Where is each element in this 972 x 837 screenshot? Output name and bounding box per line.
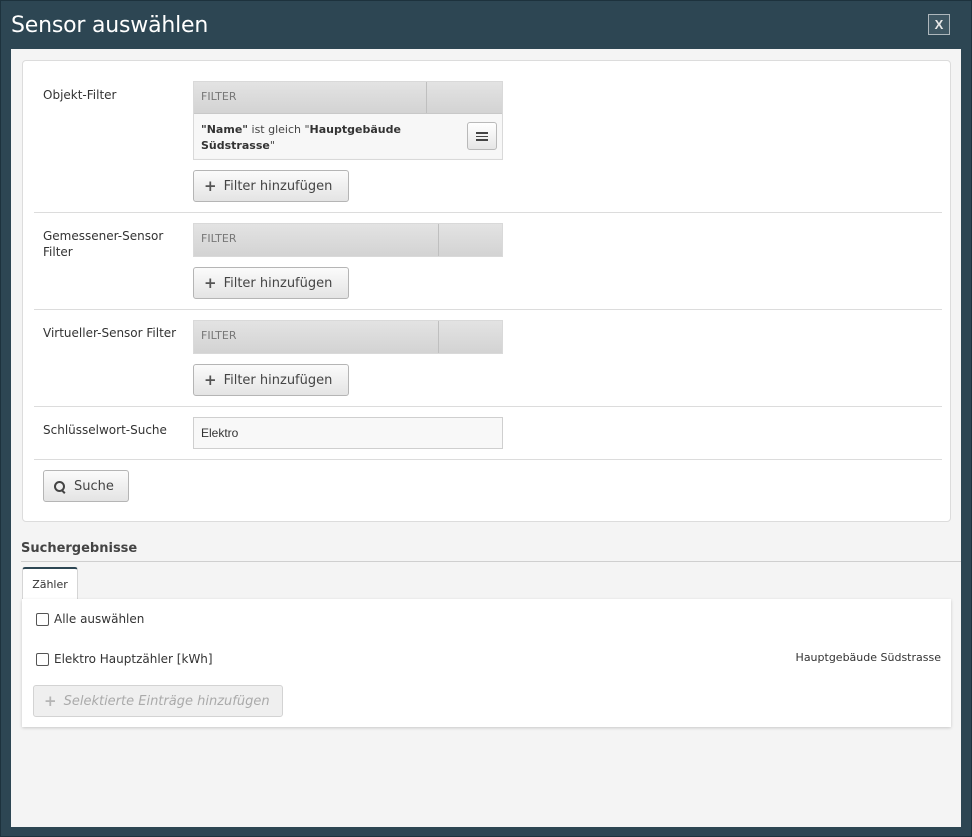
dialog-content: Objekt-Filter FILTER "Name" ist gleich "… <box>11 49 961 827</box>
list-item: Elektro Hauptzähler [kWh] <box>36 652 213 666</box>
row-divider <box>34 459 942 460</box>
rule-menu-button[interactable] <box>467 122 497 150</box>
keyword-search-input[interactable] <box>193 417 503 449</box>
add-selected-button[interactable]: + Selektierte Einträge hinzufügen <box>33 685 283 717</box>
filter-column-header: FILTER <box>201 90 237 103</box>
virtual-filter-table: FILTER <box>193 320 503 354</box>
measured-filter-table: FILTER <box>193 223 503 257</box>
add-virtual-filter-button[interactable]: + Filter hinzufügen <box>193 364 349 396</box>
search-button-label: Suche <box>74 478 114 494</box>
filter-header-action-cell <box>438 321 502 353</box>
object-filter-label: Objekt-Filter <box>43 88 117 102</box>
add-filter-label: Filter hinzufügen <box>223 372 333 388</box>
filter-header-action-cell <box>426 82 502 113</box>
virtual-filter-label: Virtueller-Sensor Filter <box>43 326 177 340</box>
row-divider <box>34 309 942 310</box>
results-title: Suchergebnisse <box>21 541 138 556</box>
results-panel: Alle auswählen Elektro Hauptzähler [kWh]… <box>22 599 951 727</box>
search-button[interactable]: Suche <box>43 470 129 502</box>
add-selected-label: Selektierte Einträge hinzufügen <box>63 693 270 709</box>
select-all-row: Alle auswählen <box>36 612 144 626</box>
sensor-dialog: Sensor auswählen X Objekt-Filter FILTER … <box>0 0 972 837</box>
virtual-filter-header: FILTER <box>194 321 502 353</box>
filter-column-header: FILTER <box>201 329 237 342</box>
plus-icon: + <box>204 177 217 195</box>
rule-field: "Name" <box>201 123 249 136</box>
object-filter-header: FILTER <box>194 82 502 114</box>
object-filter-rule-text: "Name" ist gleich "Hauptgebäude Südstras… <box>201 122 401 154</box>
results-divider <box>21 561 961 562</box>
add-measured-filter-button[interactable]: + Filter hinzufügen <box>193 267 349 299</box>
rule-operator: ist gleich " <box>248 123 310 136</box>
add-object-filter-button[interactable]: + Filter hinzufügen <box>193 170 349 202</box>
filter-column-header: FILTER <box>201 232 237 245</box>
filter-panel: Objekt-Filter FILTER "Name" ist gleich "… <box>22 60 951 522</box>
row-divider <box>34 212 942 213</box>
tab-zaehler[interactable]: Zähler <box>22 567 78 600</box>
filter-header-action-cell <box>438 224 502 256</box>
add-filter-label: Filter hinzufügen <box>223 275 333 291</box>
result-location: Hauptgebäude Südstrasse <box>795 651 941 664</box>
row-divider <box>34 406 942 407</box>
close-button[interactable]: X <box>928 14 950 35</box>
measured-filter-label: Gemessener-Sensor Filter <box>43 229 164 259</box>
search-icon <box>54 480 65 492</box>
object-filter-table: FILTER "Name" ist gleich "Hauptgebäude S… <box>193 81 503 160</box>
result-checkbox[interactable] <box>36 652 49 666</box>
result-name: Elektro Hauptzähler [kWh] <box>54 652 213 666</box>
rule-suffix: " <box>269 139 275 152</box>
keyword-label: Schlüsselwort-Suche <box>43 423 167 437</box>
menu-icon <box>476 131 488 141</box>
plus-icon: + <box>44 692 57 710</box>
dialog-title: Sensor auswählen <box>11 13 209 38</box>
measured-filter-header: FILTER <box>194 224 502 256</box>
plus-icon: + <box>204 371 217 389</box>
select-all-label: Alle auswählen <box>54 612 145 626</box>
add-filter-label: Filter hinzufügen <box>223 178 333 194</box>
dialog-titlebar: Sensor auswählen X <box>1 1 971 49</box>
select-all-checkbox[interactable] <box>36 612 49 626</box>
plus-icon: + <box>204 274 217 292</box>
object-filter-rule-row: "Name" ist gleich "Hauptgebäude Südstras… <box>194 114 502 158</box>
